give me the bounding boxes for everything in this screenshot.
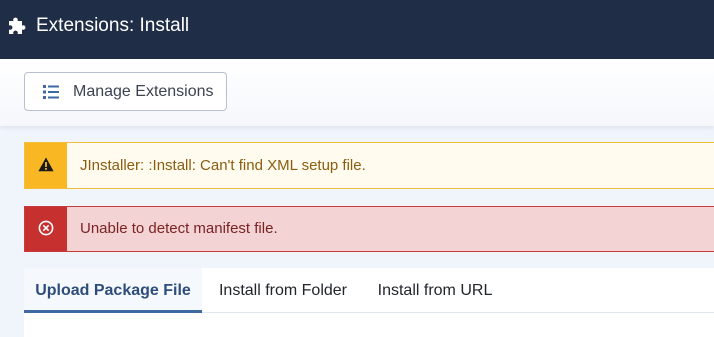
puzzle-icon [7, 15, 28, 36]
install-tabs-panel: Upload Package File Install from Folder … [24, 268, 714, 337]
warning-alert: JInstaller: :Install: Can't find XML set… [24, 142, 714, 189]
warning-icon-box [25, 143, 67, 188]
page-header: Extensions: Install [0, 0, 714, 59]
error-alert: Unable to detect manifest file. [24, 206, 714, 252]
tab-bar: Upload Package File Install from Folder … [24, 268, 714, 313]
manage-extensions-label: Manage Extensions [73, 83, 214, 100]
page-title: Extensions: Install [36, 15, 190, 36]
tab-install-from-url[interactable]: Install from URL [364, 268, 506, 313]
manage-extensions-button[interactable]: Manage Extensions [24, 72, 227, 111]
error-icon-box [25, 207, 67, 251]
warning-message: JInstaller: :Install: Can't find XML set… [80, 157, 366, 174]
toolbar: Manage Extensions [0, 59, 714, 126]
error-message: Unable to detect manifest file. [80, 220, 278, 237]
list-icon [43, 85, 59, 99]
warning-triangle-icon [38, 157, 54, 172]
tab-install-from-folder[interactable]: Install from Folder [202, 268, 364, 313]
tab-upload-package-file[interactable]: Upload Package File [24, 268, 202, 313]
error-circle-icon [38, 220, 54, 236]
